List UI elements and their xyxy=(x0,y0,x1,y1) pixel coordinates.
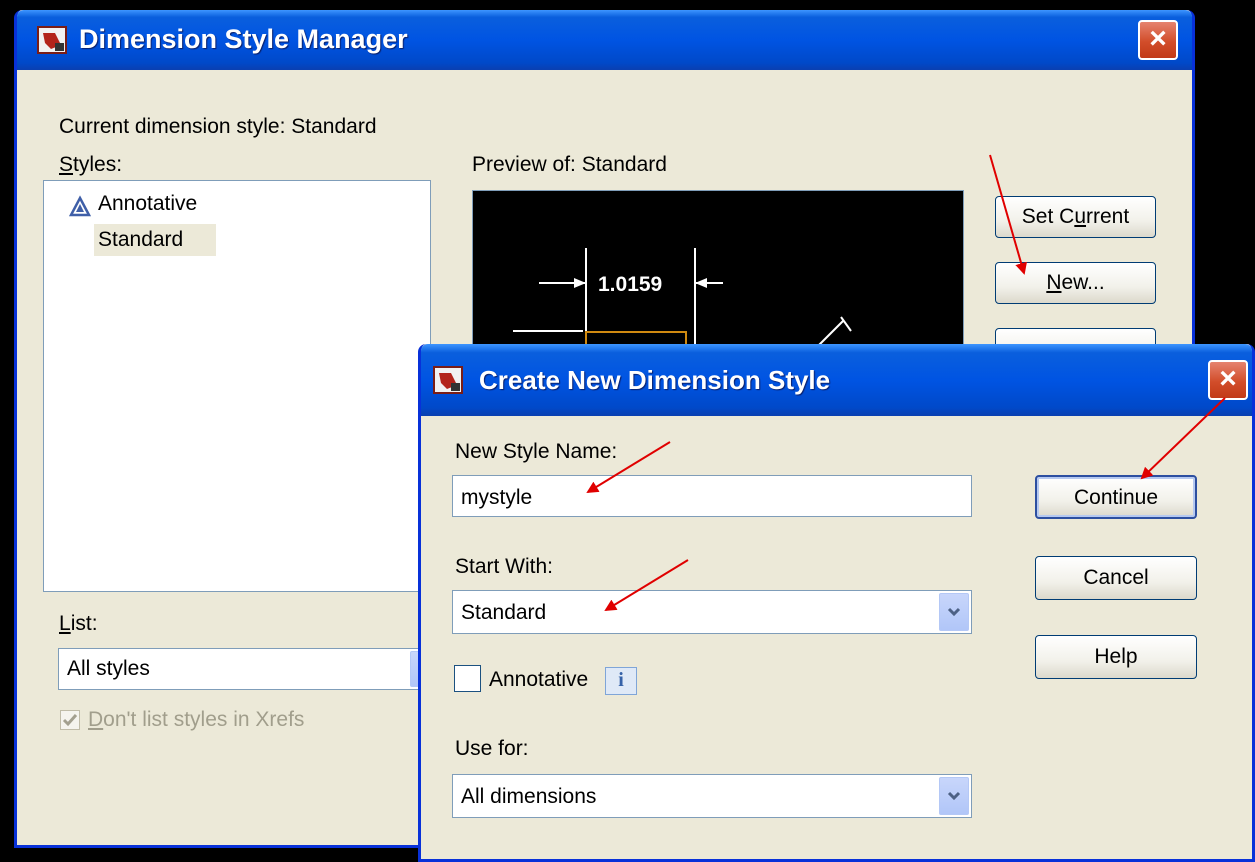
preview-dimension-text: 1.0159 xyxy=(598,273,662,296)
xrefs-checkbox-label: Don't list styles in Xrefs xyxy=(88,708,305,731)
close-button[interactable]: × xyxy=(1208,360,1248,400)
use-for-value: All dimensions xyxy=(461,785,597,808)
list-filter-value: All styles xyxy=(67,657,150,680)
start-with-select[interactable]: Standard xyxy=(452,590,972,634)
new-style-name-value: mystyle xyxy=(461,486,533,509)
use-for-label: Use for: xyxy=(455,737,529,760)
style-item-annotative[interactable]: Annotative xyxy=(98,192,197,216)
close-icon: × xyxy=(1149,22,1167,55)
use-for-select[interactable]: All dimensions xyxy=(452,774,972,818)
close-icon: × xyxy=(1219,362,1237,395)
styles-listbox[interactable]: Annotative Standard xyxy=(43,180,431,592)
start-with-value: Standard xyxy=(461,601,547,624)
annotative-checkbox[interactable] xyxy=(454,665,481,692)
style-item-standard-label: Standard xyxy=(98,228,184,251)
checkmark-icon xyxy=(62,714,78,727)
chevron-down-icon[interactable] xyxy=(939,777,969,815)
new-style-name-label: New Style Name: xyxy=(455,440,618,463)
annotative-style-icon xyxy=(68,195,92,219)
dialog-title: Dimension Style Manager xyxy=(79,24,408,54)
start-with-label: Start With: xyxy=(455,555,554,578)
cancel-button[interactable]: Cancel xyxy=(1035,556,1197,600)
close-button[interactable]: × xyxy=(1138,20,1178,60)
style-item-standard-selected[interactable]: Standard xyxy=(94,224,216,256)
list-filter-select[interactable]: All styles xyxy=(58,648,443,690)
chevron-down-icon[interactable] xyxy=(939,593,969,631)
continue-button[interactable]: Continue xyxy=(1035,475,1197,519)
xrefs-checkbox[interactable] xyxy=(60,710,80,730)
dialog-title: Create New Dimension Style xyxy=(479,365,831,395)
title-bar[interactable]: Create New Dimension Style × xyxy=(421,344,1252,416)
annotative-checkbox-label: Annotative xyxy=(489,668,589,691)
new-button[interactable]: New... xyxy=(995,262,1156,304)
info-icon[interactable]: i xyxy=(605,667,637,695)
title-bar[interactable]: Dimension Style Manager × xyxy=(17,10,1192,70)
list-label: List: xyxy=(59,612,98,635)
styles-label: Styles: xyxy=(59,153,123,176)
help-button[interactable]: Help xyxy=(1035,635,1197,679)
preview-label: Preview of: Standard xyxy=(472,153,667,176)
autocad-app-icon xyxy=(433,366,463,394)
new-style-name-input[interactable]: mystyle xyxy=(452,475,972,517)
set-current-button[interactable]: Set Current xyxy=(995,196,1156,238)
current-style-label: Current dimension style: Standard xyxy=(59,115,377,138)
autocad-app-icon xyxy=(37,26,67,54)
